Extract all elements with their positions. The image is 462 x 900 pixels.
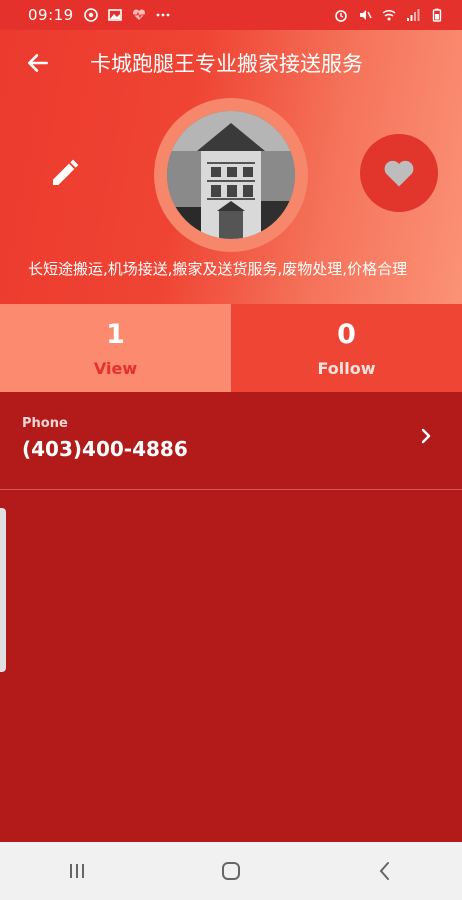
follow-stat[interactable]: 0 Follow — [231, 304, 462, 392]
phone-label: Phone — [22, 416, 68, 431]
heart-icon — [384, 160, 414, 187]
recent-apps-button[interactable] — [47, 847, 107, 895]
status-left: 09:19 — [28, 6, 170, 24]
image-icon — [107, 8, 122, 22]
home-button[interactable] — [201, 847, 261, 895]
heart-monitor-icon — [132, 8, 146, 22]
recent-apps-icon — [70, 864, 84, 878]
avatar-building-image — [167, 111, 295, 239]
more-dots-icon — [156, 8, 170, 22]
view-label: View — [93, 358, 138, 378]
edit-button[interactable] — [40, 148, 90, 198]
mute-icon — [358, 8, 372, 22]
chevron-right-icon — [416, 426, 436, 446]
pencil-icon — [53, 159, 79, 185]
avatar[interactable] — [167, 111, 295, 239]
arrow-left-icon — [28, 54, 48, 72]
like-button[interactable] — [360, 134, 438, 212]
status-bar: 09:19 — [0, 0, 462, 30]
page-title: 卡城跑腿王专业搬家接送服务 — [90, 52, 363, 76]
follow-count: 0 — [337, 318, 356, 350]
stats-bar: 1 View 0 Follow — [0, 304, 462, 392]
alarm-icon — [334, 8, 348, 22]
view-count: 1 — [106, 318, 125, 350]
profile-description: 长短途搬运,机场接送,搬家及送货服务,废物处理,价格合理 — [28, 260, 408, 278]
profile-header: 卡城跑腿王专业搬家接送服务 长短途搬运,机场接送,搬家及送货服务,废物处理,价格… — [0, 30, 462, 304]
phone-value: (403)400-4886 — [22, 437, 188, 461]
system-navigation-bar — [0, 842, 462, 900]
status-right — [334, 8, 444, 22]
wifi-icon — [382, 8, 396, 22]
back-button[interactable] — [10, 35, 66, 91]
system-back-button[interactable] — [355, 847, 415, 895]
edge-panel-handle[interactable] — [0, 508, 6, 672]
view-stat[interactable]: 1 View — [0, 304, 231, 392]
status-time: 09:19 — [28, 6, 74, 24]
signal-icon — [406, 8, 420, 22]
avatar-ring — [154, 98, 308, 252]
messenger-icon — [83, 8, 98, 22]
chevron-left-icon — [379, 862, 389, 880]
follow-label: Follow — [317, 358, 376, 378]
phone-row[interactable]: Phone (403)400-4886 — [0, 392, 462, 490]
home-icon — [222, 862, 240, 880]
top-app-bar: 卡城跑腿王专业搬家接送服务 — [0, 30, 462, 96]
battery-icon — [430, 8, 444, 22]
